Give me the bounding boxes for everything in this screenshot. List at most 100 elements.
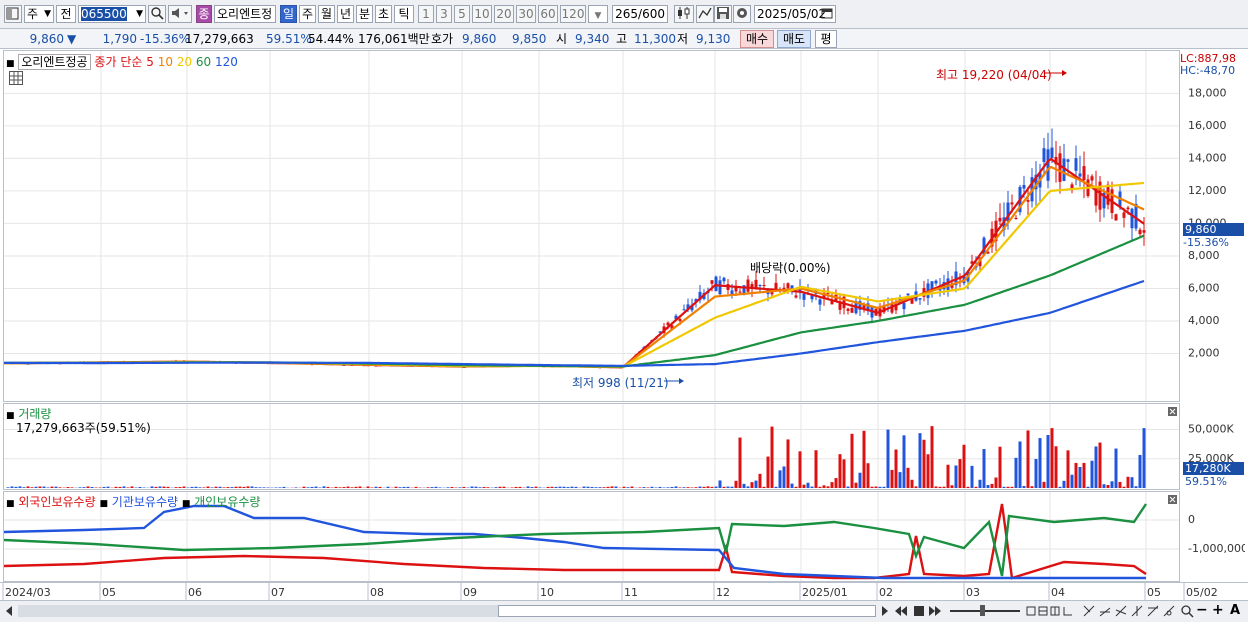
eval-button[interactable]: 평 (815, 30, 837, 48)
candle-body (771, 292, 774, 294)
market-type-select[interactable]: 주 ▼ (24, 5, 54, 23)
fast-forward-icon[interactable] (928, 604, 942, 621)
ask-price-1: 9,860 (462, 31, 496, 47)
tab-minute[interactable]: 분 (356, 5, 373, 23)
volume-bar (1115, 449, 1118, 488)
volume-bar (1063, 481, 1066, 488)
volume-axis: 25,000K50,000K 17,280K 59.51% (1180, 403, 1245, 490)
volume-bar (283, 487, 286, 488)
volume-bar (1059, 487, 1062, 488)
price-chart[interactable] (4, 51, 1179, 401)
tab-weekly[interactable]: 주 (299, 5, 316, 23)
volume-bar (1055, 446, 1058, 488)
volume-bar (279, 487, 282, 488)
tab-daily[interactable]: 일 (280, 5, 297, 23)
zoom-out-icon[interactable]: − (1196, 602, 1208, 618)
window-split-icon[interactable] (1026, 604, 1082, 621)
interval-10[interactable]: 10 (472, 5, 492, 23)
volume-bar (1007, 487, 1010, 488)
interval-120[interactable]: 120 (560, 5, 586, 23)
volume-bar (1031, 486, 1034, 488)
stop-icon[interactable] (912, 604, 926, 621)
volume-bar (835, 478, 838, 488)
tab-monthly[interactable]: 월 (318, 5, 335, 23)
holdings-chart-panel: ■ 외국인보유수량 ■ 기관보유수량 ■ 개인보유수량 (3, 491, 1180, 582)
volume-bar (1027, 430, 1030, 488)
date-picker[interactable]: 2025/05/02 (754, 5, 836, 23)
volume-current-tag: 17,280K (1183, 462, 1244, 475)
volume-bar (679, 487, 682, 488)
stock-name-field: 오리엔트정 (214, 5, 276, 23)
turnover-pct: 54.44% (308, 31, 354, 47)
zoom-slider-track[interactable] (950, 610, 1020, 612)
interval-select[interactable]: ▼ (588, 5, 608, 23)
scroll-left-icon[interactable] (4, 605, 14, 620)
volume-bar (735, 481, 738, 488)
tab-yearly[interactable]: 년 (337, 5, 354, 23)
zoom-in-icon[interactable]: + (1212, 602, 1224, 618)
prev-button[interactable]: 전 (56, 5, 76, 23)
stock-label: ■ 오리엔트정공 종가 단순 5 10 20 60 120 (6, 53, 238, 70)
date-label: 07 (271, 586, 285, 599)
interval-20[interactable]: 20 (494, 5, 514, 23)
price-change-pct: -15.36% (140, 31, 190, 47)
volume-bar (231, 487, 234, 488)
candle-type-icon[interactable] (674, 5, 694, 23)
volume-bar (191, 487, 194, 488)
volume-bar (295, 487, 298, 488)
scroll-track[interactable] (18, 605, 876, 617)
volume-current-pct: 59.51% (1185, 475, 1227, 488)
volume-bar (1015, 458, 1018, 488)
square-bullet-icon: ■ (6, 59, 15, 69)
scroll-right-icon[interactable] (880, 605, 890, 620)
volume-bar (831, 482, 834, 488)
sell-button[interactable]: 매도 (777, 30, 811, 48)
close-icon[interactable] (1168, 494, 1177, 507)
volume-bar (367, 486, 370, 488)
y-tick-label: 16,000 (1188, 119, 1227, 132)
volume-bar (183, 487, 186, 488)
tab-tick[interactable]: 틱 (394, 5, 414, 23)
individual-holdings-line (4, 504, 1146, 576)
volume-bar (27, 486, 30, 488)
volume-value-label: 17,279,663주(59.51%) (16, 419, 151, 436)
zoom-search-icon[interactable] (1180, 604, 1194, 621)
badge: 종 (196, 5, 212, 23)
count-input[interactable]: 265/600 (612, 5, 668, 23)
gear-icon[interactable] (733, 5, 751, 23)
zoom-slider-handle[interactable] (980, 605, 985, 616)
search-icon[interactable] (148, 5, 166, 23)
interval-3[interactable]: 3 (436, 5, 452, 23)
scroll-thumb[interactable] (498, 605, 876, 617)
font-size-icon[interactable]: A (1230, 603, 1240, 618)
volume-bar (535, 487, 538, 488)
save-icon[interactable] (714, 5, 732, 23)
table-toggle-icon[interactable] (9, 71, 23, 88)
volume-bar (259, 487, 262, 488)
buy-button[interactable]: 매수 (740, 30, 774, 48)
interval-30[interactable]: 30 (516, 5, 536, 23)
speaker-icon[interactable] (168, 5, 192, 23)
current-price-tag: 9,860 (1183, 223, 1244, 236)
date-label: 02 (879, 586, 893, 599)
volume-bar (875, 487, 878, 488)
volume-bar (347, 487, 350, 488)
layout-icon[interactable] (4, 5, 22, 23)
tab-second[interactable]: 초 (375, 5, 392, 23)
interval-60[interactable]: 60 (538, 5, 558, 23)
volume-bar (891, 470, 894, 488)
draw-line-icons[interactable] (1082, 604, 1178, 621)
interval-5[interactable]: 5 (454, 5, 470, 23)
volume-bar (887, 430, 890, 488)
volume-chart[interactable] (4, 404, 1179, 489)
stock-code-input[interactable]: 065500 ▼ (78, 5, 146, 23)
interval-1[interactable]: 1 (418, 5, 434, 23)
volume-bar (603, 487, 606, 488)
draw-tool-icon[interactable] (696, 5, 714, 23)
close-icon[interactable] (1168, 406, 1177, 419)
volume-bar (427, 487, 430, 488)
candle-body (711, 280, 714, 283)
volume-bar (555, 487, 558, 488)
rewind-icon[interactable] (894, 604, 908, 621)
volume-bar (1071, 475, 1074, 488)
